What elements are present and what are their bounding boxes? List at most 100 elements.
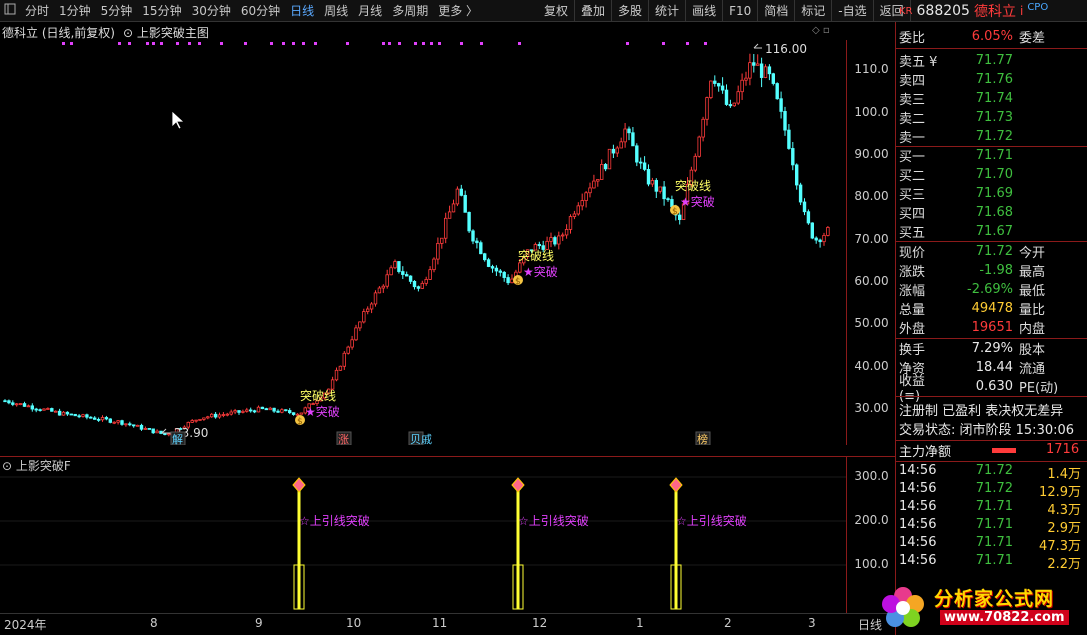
tick-row: 14:56 71.72 1.4万 xyxy=(899,463,1085,482)
candle-body xyxy=(291,412,296,415)
toolbar-button-4[interactable]: 画线 xyxy=(686,0,724,22)
candle-body xyxy=(818,239,822,243)
period-tab-5[interactable]: 60分钟 xyxy=(236,2,285,19)
info-icon[interactable]: i xyxy=(1020,4,1023,18)
candle-body xyxy=(77,415,81,418)
toolbar-button-0[interactable]: 复权 xyxy=(538,0,576,22)
period-tab-0[interactable]: 分时 xyxy=(20,2,54,19)
stock-name: 德科立 xyxy=(973,4,1016,20)
toolbar-button-8[interactable]: -自选 xyxy=(832,0,874,22)
candle-body xyxy=(167,433,171,436)
candle-body xyxy=(346,346,350,354)
price-tick: 50.00 xyxy=(854,316,889,331)
candle-body xyxy=(763,66,768,78)
menu-icon[interactable] xyxy=(0,3,20,18)
period-tab-8[interactable]: 月线 xyxy=(353,2,387,19)
indicator-name[interactable]: ⊙ 上影突破主图 xyxy=(123,24,209,41)
candle-body xyxy=(276,410,280,413)
signal-dot xyxy=(70,42,73,45)
toolbar-button-3[interactable]: 统计 xyxy=(649,0,687,22)
bid-row: 买四 71.68 xyxy=(899,203,1085,222)
candle-body xyxy=(412,280,417,288)
bid-row: 买五 71.67 xyxy=(899,222,1085,241)
period-tab-9[interactable]: 多周期 xyxy=(387,2,433,19)
toolbar-button-2[interactable]: 多股 xyxy=(612,0,650,22)
bid-row: 买三 71.69 xyxy=(899,184,1085,203)
candle-body xyxy=(631,132,635,147)
stat2-value: 7.29% xyxy=(971,341,1013,356)
candle-body xyxy=(736,91,740,104)
signal-chart[interactable]: ☆上引线突破 ☆上引线突破 ☆上引线突破 xyxy=(0,457,846,613)
period-tab-6[interactable]: 日线 xyxy=(285,2,319,19)
candle-body xyxy=(588,187,592,194)
signal-dot xyxy=(160,42,163,45)
candle-body xyxy=(767,66,772,75)
candle-body xyxy=(826,226,830,236)
period-tab-3[interactable]: 15分钟 xyxy=(137,2,186,19)
stat-row: 外盘 19651 内盘 xyxy=(899,318,1085,337)
event-marker: 涨 xyxy=(338,433,349,445)
stat2-value: 0.630 xyxy=(975,379,1013,394)
stat-value: -1.98 xyxy=(979,263,1013,278)
flower-logo-icon xyxy=(882,587,924,627)
weicha-label: 委差 xyxy=(1019,31,1046,46)
period-tab-10[interactable]: 更多 〉 xyxy=(433,2,483,19)
candle-body xyxy=(365,308,370,312)
signal-dot xyxy=(220,42,223,45)
toolbar-button-5[interactable]: F10 xyxy=(723,0,759,22)
toolbar-button-7[interactable]: 标记 xyxy=(795,0,833,22)
bid-label: 买四 xyxy=(899,207,926,222)
candle-body xyxy=(810,222,814,239)
signal-dot xyxy=(302,42,305,45)
signal-dot xyxy=(314,42,317,45)
candle-body xyxy=(225,413,229,416)
candle-body xyxy=(404,274,409,277)
time-axis: 2024年 8 9 10 11 12 1 2 3 日线 xyxy=(0,613,895,635)
candle-body xyxy=(287,410,292,414)
candle-body xyxy=(104,417,109,420)
candle-body xyxy=(330,379,335,390)
candle-body xyxy=(393,261,397,269)
signal-dot xyxy=(128,42,131,45)
bid-price: 71.68 xyxy=(975,205,1013,220)
breakout-label: ★突破 xyxy=(305,404,340,419)
signal-dot xyxy=(704,42,707,45)
candle-body xyxy=(389,267,393,276)
price-tick: 80.00 xyxy=(854,189,889,204)
candle-body xyxy=(662,186,666,200)
signal-tick: 100.0 xyxy=(854,557,889,571)
stat-label-2: 最低 xyxy=(1019,284,1046,299)
candle-body xyxy=(131,424,136,427)
period-tab-2[interactable]: 5分钟 xyxy=(96,2,138,19)
price-axis: 110.0 100.0 90.00 80.00 70.00 60.00 50.00 40.00… xyxy=(846,40,895,445)
tick-time: 14:56 xyxy=(899,517,937,532)
candle-body xyxy=(705,97,709,120)
divider xyxy=(896,396,1087,397)
stock-header: KR 688205 德科立 i CPO xyxy=(895,0,1087,22)
stat-label: 总量 xyxy=(899,303,926,318)
candle-body xyxy=(362,311,366,323)
signal-dot xyxy=(460,42,463,45)
stat2-label-2: 流通 xyxy=(1019,362,1046,377)
candle-body xyxy=(732,102,736,107)
period-tab-1[interactable]: 1分钟 xyxy=(54,2,96,19)
candle-body xyxy=(443,217,448,239)
candle-body xyxy=(490,266,495,269)
ask-row: 卖一 71.72 xyxy=(899,127,1085,146)
price-tick: 110.0 xyxy=(854,62,889,77)
period-tab-4[interactable]: 30分钟 xyxy=(187,2,236,19)
candle-body xyxy=(822,235,826,243)
candlestick-chart[interactable]: 116.0023.90突破线$★突破突破线$★突破突破线$★突破解涨贝戚榜 xyxy=(0,40,846,445)
bid-price: 71.67 xyxy=(975,224,1013,239)
candle-body xyxy=(295,413,300,416)
breakout-label: ★突破 xyxy=(680,194,715,209)
signal-dot xyxy=(62,42,65,45)
period-tab-7[interactable]: 周线 xyxy=(319,2,353,19)
chart-settings-icons[interactable]: ◇ ▫ xyxy=(812,25,830,36)
time-tick: 1 xyxy=(636,616,644,630)
toolbar-button-1[interactable]: 叠加 xyxy=(575,0,613,22)
stat-label-2: 今开 xyxy=(1019,246,1046,261)
money-bag-glyph: $ xyxy=(297,417,303,427)
candle-body xyxy=(81,414,85,417)
toolbar-button-6[interactable]: 简档 xyxy=(758,0,796,22)
